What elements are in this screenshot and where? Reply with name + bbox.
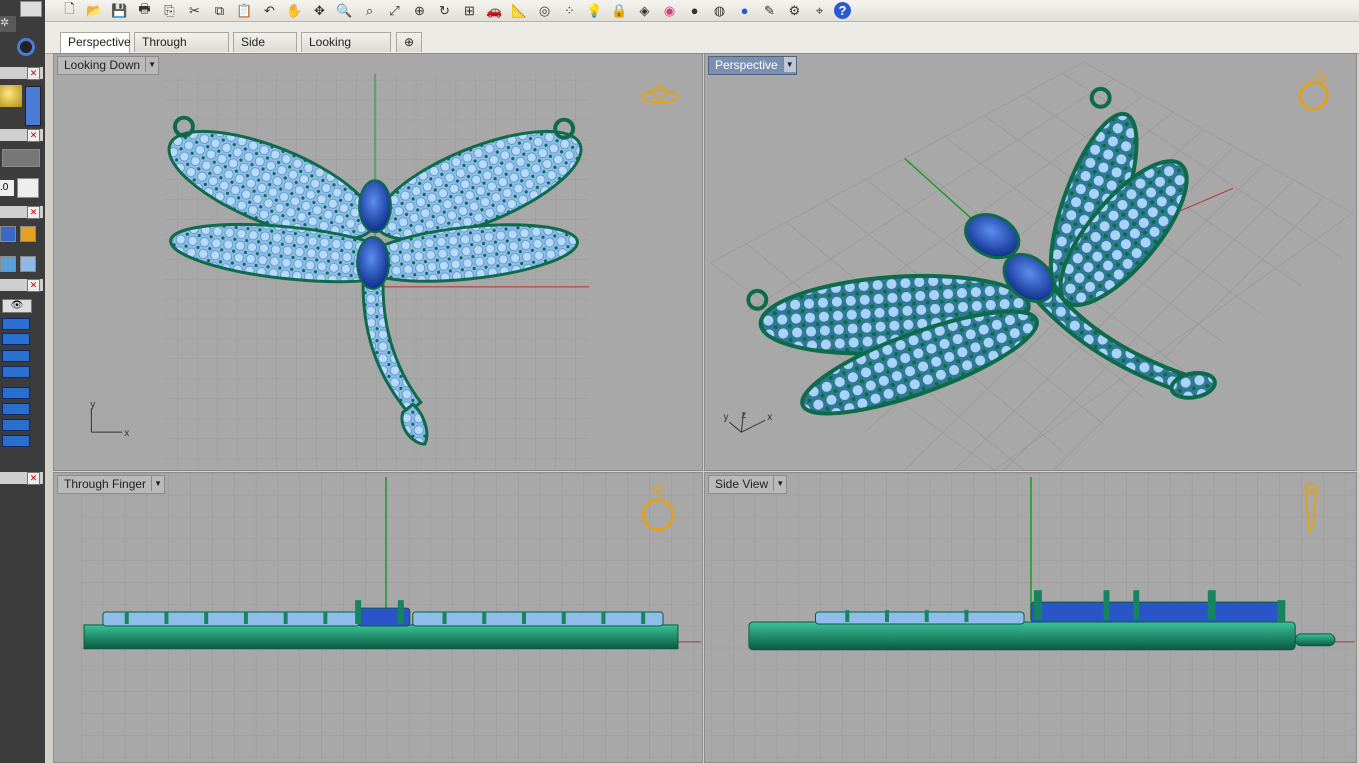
deselect-icon[interactable]: [20, 226, 36, 242]
layer-5[interactable]: [2, 387, 30, 399]
viewport-title-side-view[interactable]: Side View ▼: [708, 475, 788, 494]
close-panel-2-icon[interactable]: ✕: [27, 129, 40, 142]
chevron-down-icon[interactable]: ▼: [773, 476, 786, 491]
perspective-scene: y z x: [709, 61, 1354, 470]
layer-4[interactable]: [2, 366, 30, 378]
zoom-dynamic-icon[interactable]: ↻: [434, 1, 455, 21]
new-icon[interactable]: 🗋: [59, 1, 80, 21]
zoom-window-icon[interactable]: ⌕: [359, 1, 380, 21]
color-slider[interactable]: [25, 86, 41, 126]
paste-icon[interactable]: 📋: [234, 1, 255, 21]
ring-top-view-icon: [640, 82, 679, 104]
grid-icon[interactable]: [17, 178, 39, 198]
tab-side-view[interactable]: Side View: [233, 32, 297, 68]
axis-y-label: y: [723, 412, 728, 423]
ruler-icon[interactable]: 📐: [509, 1, 530, 21]
chevron-down-icon[interactable]: ▼: [145, 57, 158, 72]
ring-perspective-icon: [1298, 70, 1329, 111]
looking-down-scene: x y: [90, 73, 679, 470]
eye-icon[interactable]: 👁: [2, 299, 32, 313]
open-icon[interactable]: 📂: [84, 1, 105, 21]
tab-perspective[interactable]: Perspective: [60, 32, 131, 53]
four-views-icon[interactable]: ⊞: [459, 1, 480, 21]
left-side-panel: ✲ ✕ ✕ .0 ✕ ✕ 👁 ✕: [0, 0, 45, 763]
axis-indicator: y z x: [723, 410, 772, 433]
light-icon[interactable]: 💡: [584, 1, 605, 21]
through-finger-scene: [80, 473, 701, 762]
zoom-selected-icon[interactable]: ⊕: [409, 1, 430, 21]
axis-y-label: y: [90, 399, 95, 410]
gem-tool-2-icon[interactable]: [20, 256, 36, 272]
viewport-title-text: Perspective: [715, 58, 778, 72]
gem-tool-icon[interactable]: [0, 256, 16, 272]
viewport-side-view[interactable]: Side View ▼: [704, 472, 1357, 763]
properties-icon[interactable]: [20, 1, 42, 17]
circle-icon[interactable]: [17, 38, 35, 56]
close-panel-5-icon[interactable]: ✕: [27, 472, 40, 485]
cut-icon[interactable]: ✂: [184, 1, 205, 21]
viewport-title-text: Side View: [715, 477, 769, 491]
side-view-scene: [706, 473, 1355, 762]
axis-z-label: z: [741, 410, 746, 421]
close-panel-3-icon[interactable]: ✕: [27, 206, 40, 219]
help-icon[interactable]: ?: [834, 2, 851, 19]
undo-icon[interactable]: ↶: [259, 1, 280, 21]
tab-looking-down[interactable]: Looking Down: [301, 32, 391, 68]
viewport-title-text: Through Finger: [64, 477, 147, 491]
layer-icon[interactable]: ◈: [634, 1, 655, 21]
viewport-title-through-finger[interactable]: Through Finger ▼: [57, 475, 166, 494]
viewport-props-icon[interactable]: [2, 149, 40, 167]
brush-icon[interactable]: ✎: [759, 1, 780, 21]
axis-x-label: x: [124, 428, 129, 439]
axis-indicator: x y: [90, 399, 129, 439]
layer-6[interactable]: [2, 403, 30, 415]
viewport-tab-bar: Perspective Through Finger Side View Loo…: [45, 22, 1359, 68]
layer-1[interactable]: [2, 318, 30, 330]
color-wheel-icon[interactable]: ◉: [659, 1, 680, 21]
rotate-view-icon[interactable]: ✥: [309, 1, 330, 21]
snowflake-icon[interactable]: ✲: [0, 16, 16, 32]
sphere-gray-icon[interactable]: ●: [684, 1, 705, 21]
viewport-title-perspective[interactable]: Perspective ▼: [708, 56, 797, 75]
import-icon[interactable]: ⎘: [159, 1, 180, 21]
points-icon[interactable]: ⁘: [559, 1, 580, 21]
zoom-extents-icon[interactable]: ⤢: [384, 1, 405, 21]
chevron-down-icon[interactable]: ▼: [782, 57, 796, 72]
chevron-down-icon[interactable]: ▼: [151, 476, 164, 491]
save-icon[interactable]: 💾: [109, 1, 130, 21]
material-swatch[interactable]: [0, 85, 22, 107]
select-icon[interactable]: [0, 226, 16, 242]
gears-icon[interactable]: ⚙: [784, 1, 805, 21]
layer-8[interactable]: [2, 435, 30, 447]
viewport-perspective[interactable]: y z x Perspective ▼: [704, 53, 1357, 471]
layer-2[interactable]: [2, 333, 30, 345]
main-toolbar: 🗋 📂 💾 🖶 ⎘ ✂ ⧉ 📋 ↶ ✋ ✥ 🔍 ⌕ ⤢ ⊕ ↻ ⊞ 🚗 📐 ◎ ⁘ 💡 🔒 ◈ ◉ ● ◍ ● ✎ ⚙ ⌖?: [45, 0, 1359, 22]
sphere-metal-icon[interactable]: ◍: [709, 1, 730, 21]
lock-icon[interactable]: 🔒: [609, 1, 630, 21]
viewport-title-looking-down[interactable]: Looking Down ▼: [57, 56, 160, 75]
zoom-value[interactable]: .0: [0, 180, 14, 196]
axis-x-label: x: [767, 412, 772, 423]
layer-3[interactable]: [2, 350, 30, 362]
zoom-icon[interactable]: 🔍: [334, 1, 355, 21]
add-tab-button[interactable]: ⊕: [396, 32, 422, 52]
gumball-icon[interactable]: ⌖: [809, 1, 830, 21]
close-panel-4-icon[interactable]: ✕: [27, 279, 40, 292]
sphere-blue-icon[interactable]: ●: [734, 1, 755, 21]
dragonfly-perspective[interactable]: [746, 86, 1217, 433]
viewport-through-finger[interactable]: Through Finger ▼: [53, 472, 703, 763]
pan-icon[interactable]: ✋: [284, 1, 305, 21]
close-panel-1-icon[interactable]: ✕: [27, 67, 40, 80]
tab-through-finger[interactable]: Through Finger: [134, 32, 229, 68]
snap-icon[interactable]: ◎: [534, 1, 555, 21]
print-icon[interactable]: 🖶: [134, 1, 155, 21]
copy-icon[interactable]: ⧉: [209, 1, 230, 21]
layer-7[interactable]: [2, 419, 30, 431]
car-icon[interactable]: 🚗: [484, 1, 505, 21]
viewport-title-text: Looking Down: [64, 58, 141, 72]
viewport-looking-down[interactable]: x y Looking Down ▼: [53, 53, 703, 471]
